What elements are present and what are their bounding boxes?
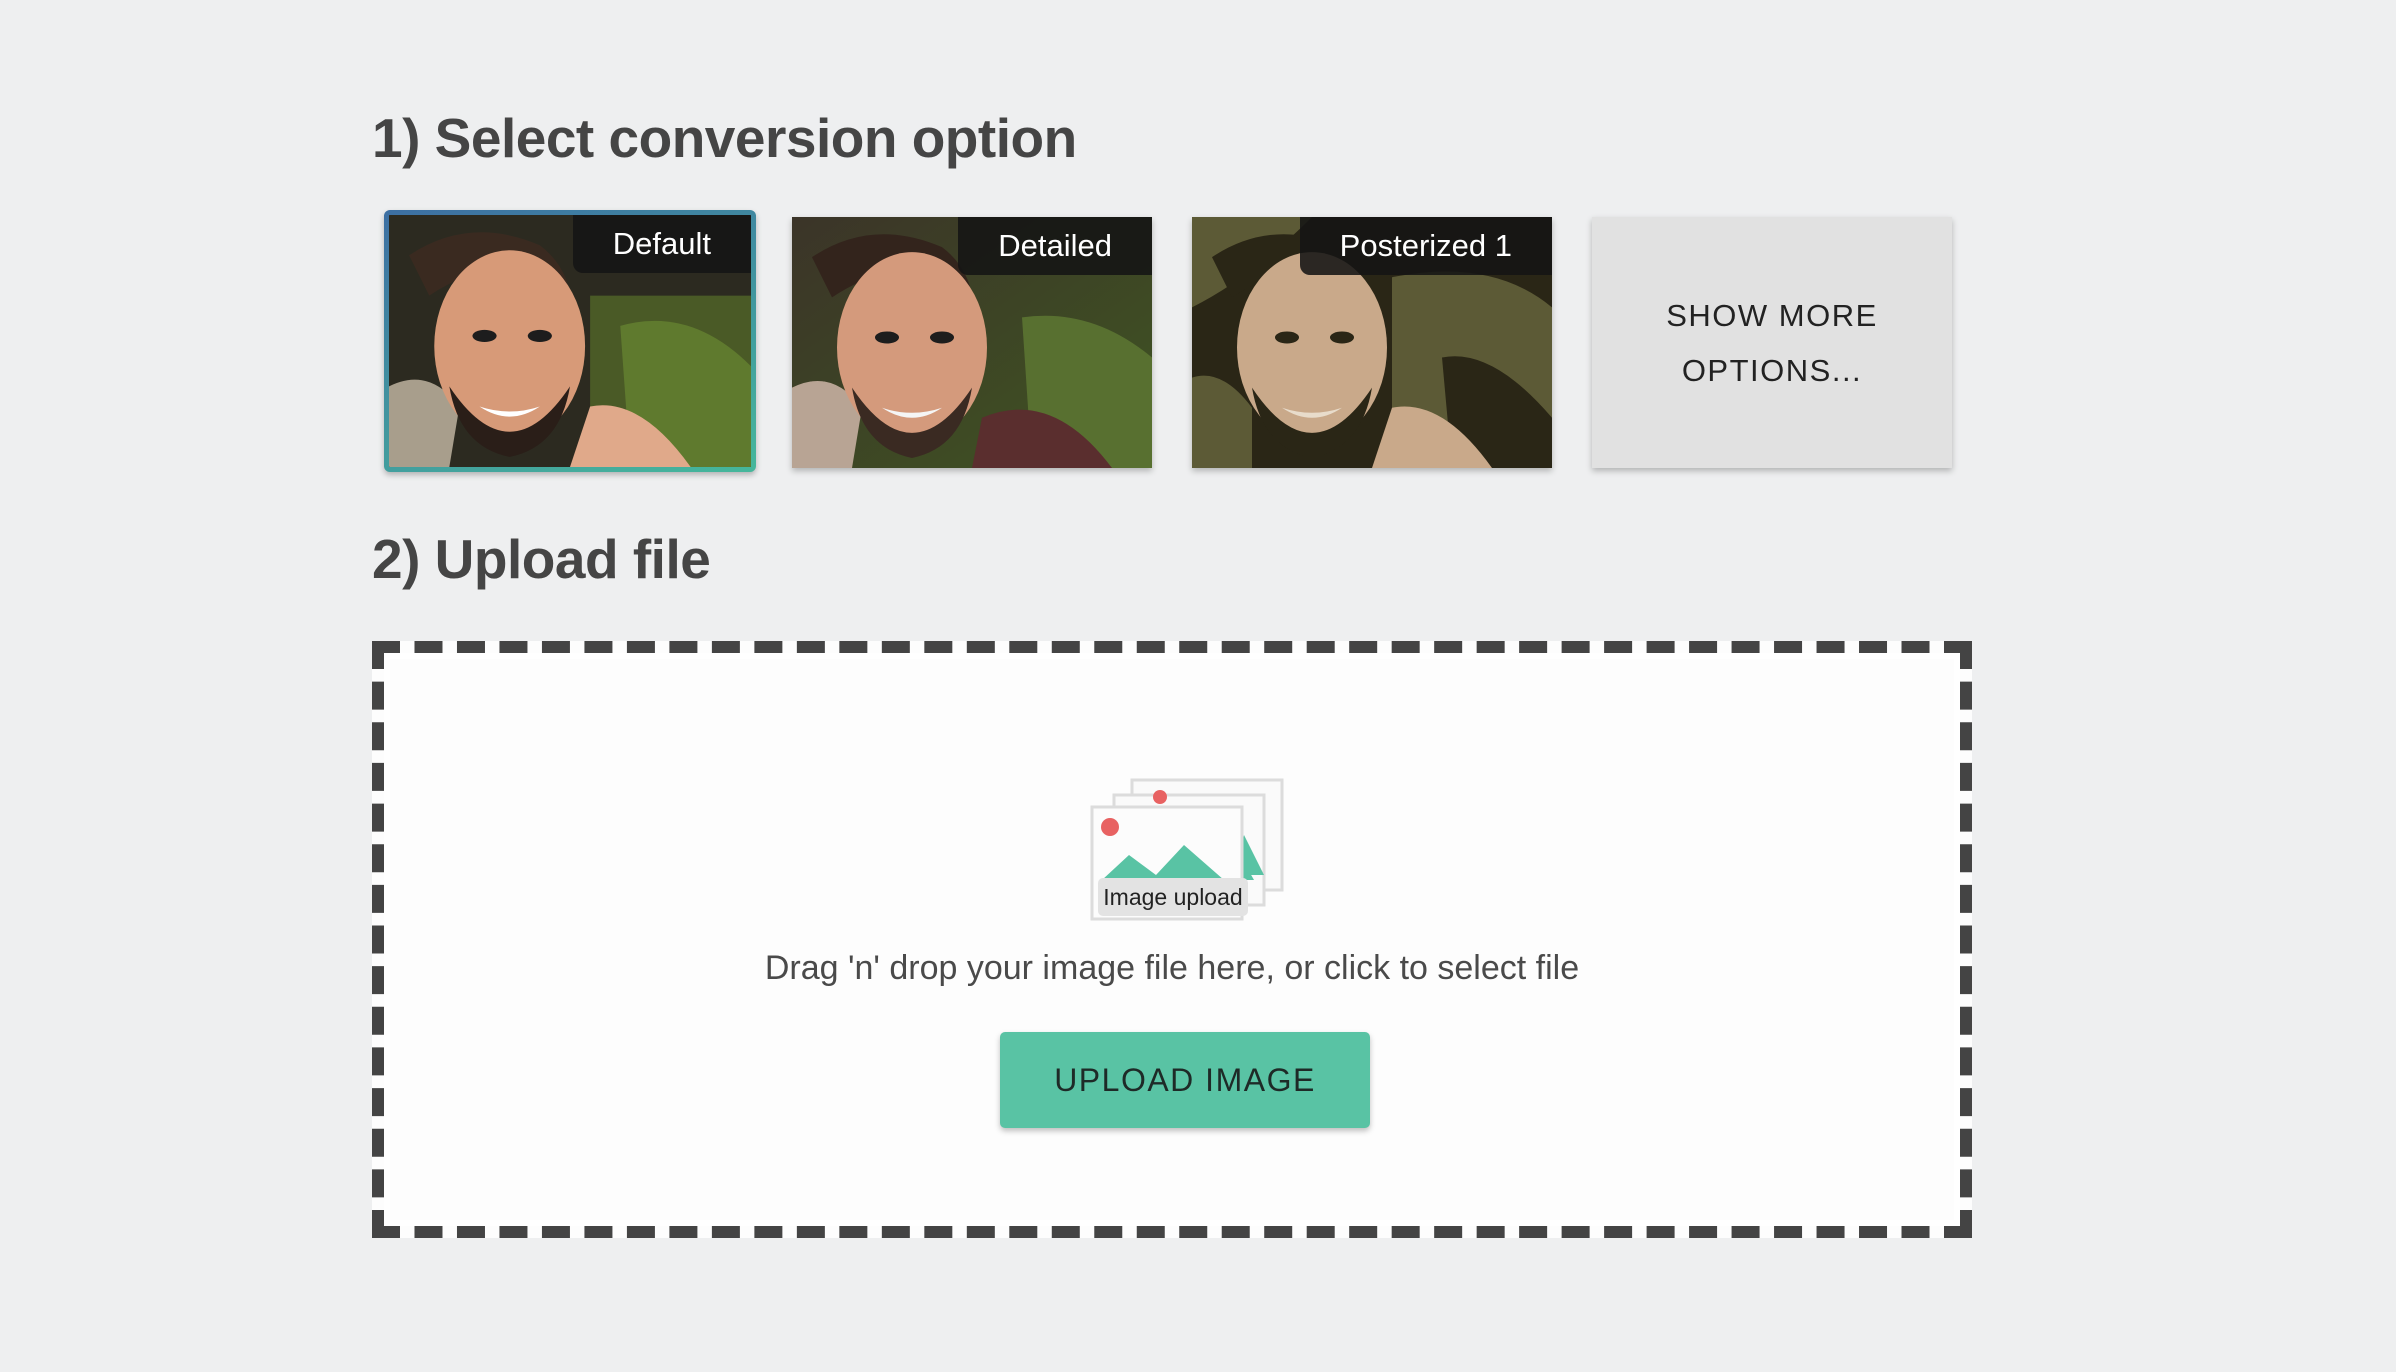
option-posterized-1[interactable]: Posterized 1 [1192, 217, 1552, 468]
file-dropzone[interactable]: Image upload Drag 'n' drop your image fi… [372, 641, 1972, 1238]
option-label: Posterized 1 [1299, 217, 1552, 275]
show-more-options-button[interactable]: SHOW MORE OPTIONS... [1592, 217, 1952, 468]
option-label: Default [572, 215, 751, 273]
step1-heading: 1) Select conversion option [372, 107, 1077, 169]
option-label: Detailed [958, 217, 1152, 275]
conversion-options: Default Detailed Posterized 1 SHOW MORE … [372, 215, 1972, 469]
show-more-label: SHOW MORE OPTIONS... [1666, 297, 1878, 388]
option-detailed[interactable]: Detailed [792, 217, 1152, 468]
image-upload-caption: Image upload [1103, 884, 1243, 910]
upload-image-button[interactable]: UPLOAD IMAGE [1000, 1032, 1370, 1128]
dropzone-instructions: Drag 'n' drop your image file here, or c… [764, 949, 1580, 987]
image-upload-icon: Image upload [1084, 775, 1290, 925]
step2-heading: 2) Upload file [372, 528, 711, 590]
option-default[interactable]: Default [384, 210, 756, 472]
